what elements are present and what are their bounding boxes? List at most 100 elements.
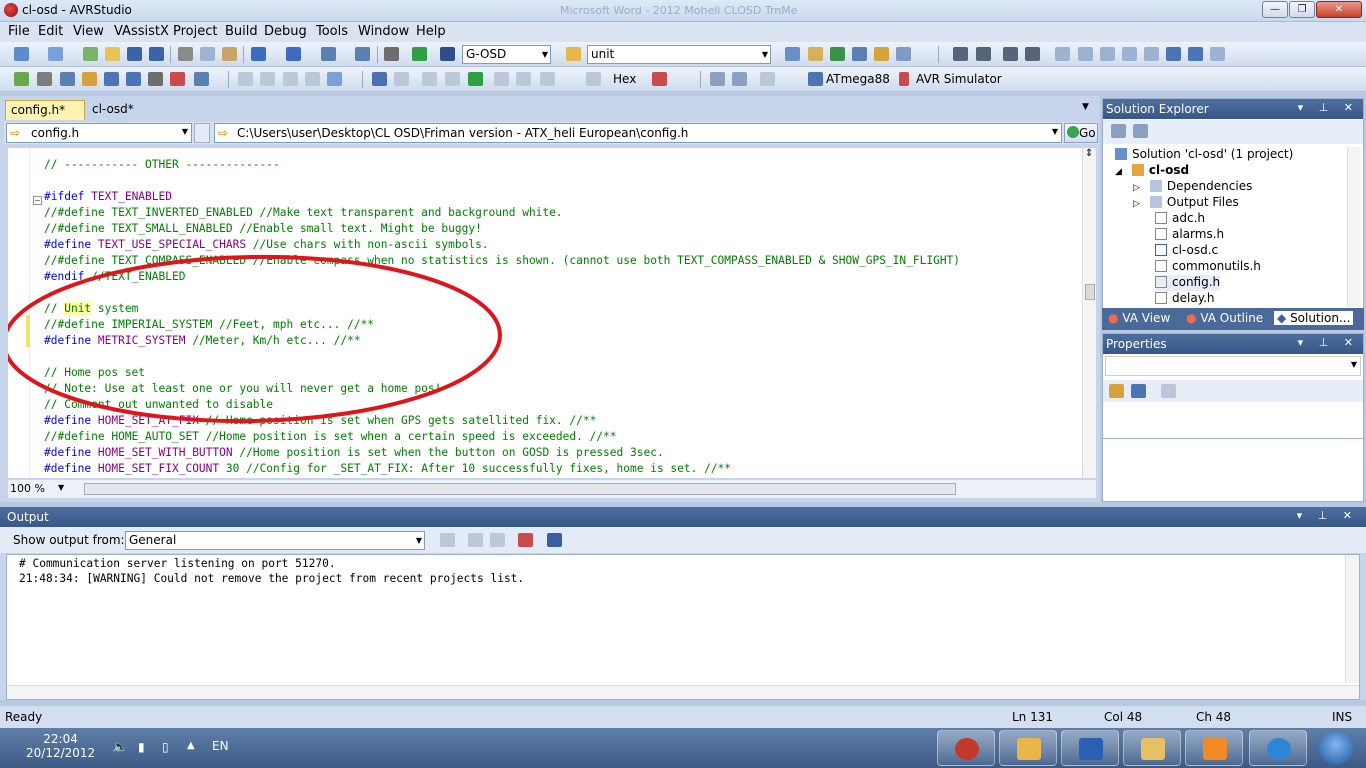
- find-in-files-icon[interactable]: [566, 47, 581, 61]
- bookmark-window-icon[interactable]: [1188, 47, 1203, 61]
- prev-bookmark-folder-icon[interactable]: [1122, 47, 1137, 61]
- menu-debug[interactable]: Debug: [264, 24, 307, 39]
- find-results-icon[interactable]: [1210, 47, 1225, 61]
- tab-va-outline[interactable]: ● VA Outline: [1186, 311, 1263, 325]
- step-icon[interactable]: [440, 47, 455, 61]
- panel-controls[interactable]: ▾ ⊥ ✕: [1298, 336, 1359, 349]
- tree-folder-dependencies[interactable]: ▷ Dependencies: [1133, 179, 1252, 195]
- menu-tools[interactable]: Tools: [316, 24, 348, 39]
- next-bookmark-folder-icon[interactable]: [1144, 47, 1159, 61]
- navigate-forward-icon[interactable]: [355, 47, 370, 61]
- find-message-icon[interactable]: [440, 533, 455, 547]
- rebuild-icon[interactable]: [82, 72, 97, 86]
- tab-list-icon[interactable]: ▼: [1082, 102, 1089, 112]
- disassembly-icon[interactable]: [305, 72, 320, 86]
- menu-edit[interactable]: Edit: [38, 24, 63, 39]
- tree-file[interactable]: commonutils.h: [1155, 259, 1261, 275]
- extensions-icon[interactable]: [194, 72, 209, 86]
- start-debugging-icon[interactable]: [412, 47, 427, 61]
- file-selector[interactable]: ⇨ config.h ▼: [6, 123, 192, 143]
- menu-view[interactable]: View: [73, 24, 104, 39]
- save-all-icon[interactable]: [149, 47, 164, 61]
- reset-icon[interactable]: [586, 72, 601, 86]
- registers-icon[interactable]: [260, 72, 275, 86]
- zoom-level[interactable]: 100 %: [10, 482, 45, 495]
- toolbox-icon[interactable]: [896, 47, 911, 61]
- comment-icon[interactable]: [1003, 47, 1018, 61]
- categorized-icon[interactable]: [1109, 384, 1124, 398]
- tree-file[interactable]: cl-osd.c: [1155, 243, 1218, 259]
- properties-icon[interactable]: [1111, 124, 1126, 138]
- device-programming-icon[interactable]: [37, 72, 52, 86]
- collapse-icon[interactable]: ▷: [1133, 199, 1140, 209]
- path-selector[interactable]: ⇨ C:\Users\user\Desktop\CL OSD\Friman ve…: [214, 123, 1062, 143]
- solution-config-icon[interactable]: [384, 47, 399, 61]
- tray-clock[interactable]: 22:04 20/12/2012: [26, 732, 95, 760]
- break-all-icon[interactable]: [372, 72, 387, 86]
- device-icon[interactable]: [710, 72, 725, 86]
- menu-build[interactable]: Build: [225, 24, 258, 39]
- cut-icon[interactable]: [178, 47, 193, 61]
- redo-icon[interactable]: [286, 47, 301, 61]
- spellcheck-icon[interactable]: [170, 72, 185, 86]
- volume-icon[interactable]: 🔈: [112, 740, 128, 755]
- prev-bookmark-icon[interactable]: [1078, 47, 1093, 61]
- alphabetical-icon[interactable]: [1131, 384, 1146, 398]
- indent-icon[interactable]: [953, 47, 968, 61]
- tree-file-selected[interactable]: config.h: [1155, 275, 1221, 291]
- device-name[interactable]: ATmega88: [826, 72, 890, 86]
- add-item-icon[interactable]: [48, 47, 63, 61]
- step-over-icon[interactable]: [494, 72, 509, 86]
- expand-icon[interactable]: ◢: [1115, 167, 1122, 177]
- step-out-icon[interactable]: [516, 72, 531, 86]
- scroll-thumb[interactable]: [1085, 284, 1095, 300]
- editor-vertical-scrollbar[interactable]: ⇕: [1082, 148, 1096, 478]
- panel-controls[interactable]: ▾ ⊥ ✕: [1298, 101, 1359, 114]
- show-hidden-icons-icon[interactable]: ▲: [187, 740, 195, 751]
- start-button[interactable]: [1318, 731, 1354, 765]
- solution-root[interactable]: Solution 'cl-osd' (1 project): [1115, 147, 1293, 163]
- output-horizontal-scrollbar[interactable]: [7, 685, 1359, 699]
- go-button[interactable]: Go: [1064, 123, 1098, 143]
- tab-solution-explorer[interactable]: ◆ Solution...: [1274, 311, 1354, 325]
- tab-va-view[interactable]: ● VA View: [1108, 311, 1170, 325]
- copy-icon[interactable]: [200, 47, 215, 61]
- next-bookmark-icon[interactable]: [1100, 47, 1115, 61]
- save-icon[interactable]: [127, 47, 142, 61]
- property-pages-icon[interactable]: [1161, 384, 1176, 398]
- tab-config-h[interactable]: config.h*: [5, 100, 85, 120]
- checklist-icon[interactable]: [14, 72, 29, 86]
- navigate-backward-icon[interactable]: [321, 47, 336, 61]
- io-view-icon[interactable]: [283, 72, 298, 86]
- close-button[interactable]: ✕: [1316, 1, 1362, 18]
- menu-help[interactable]: Help: [416, 24, 446, 39]
- run-to-cursor-icon[interactable]: [540, 72, 555, 86]
- build-project-icon[interactable]: [104, 72, 119, 86]
- find-combo[interactable]: unit ▼: [587, 45, 771, 64]
- tool-icon[interactable]: [732, 72, 747, 86]
- undo-icon[interactable]: [251, 47, 266, 61]
- find-next-icon[interactable]: [808, 47, 823, 61]
- tree-folder-output[interactable]: ▷ Output Files: [1133, 195, 1239, 211]
- find-icon[interactable]: [785, 47, 800, 61]
- output-text-area[interactable]: # Communication server listening on port…: [6, 554, 1360, 700]
- pause-icon[interactable]: [445, 72, 460, 86]
- paste-icon[interactable]: [222, 47, 237, 61]
- minimize-button[interactable]: —: [1262, 1, 1288, 18]
- output-vertical-scrollbar[interactable]: [1345, 555, 1359, 683]
- options-icon[interactable]: [148, 72, 163, 86]
- taskbar-ie[interactable]: [1249, 730, 1307, 766]
- taskbar-word[interactable]: [1061, 730, 1119, 766]
- build-icon[interactable]: [60, 72, 75, 86]
- tree-file[interactable]: delay.h: [1155, 291, 1215, 307]
- word-wrap-icon[interactable]: [547, 533, 562, 547]
- open-file-icon[interactable]: [105, 47, 120, 61]
- debugger-name[interactable]: AVR Simulator: [916, 72, 1002, 86]
- outdent-icon[interactable]: [976, 47, 991, 61]
- configuration-combo[interactable]: G-OSD ▼: [462, 45, 551, 64]
- tree-file[interactable]: alarms.h: [1155, 227, 1224, 243]
- watch-icon[interactable]: [327, 72, 342, 86]
- memory-icon[interactable]: [238, 72, 253, 86]
- continue-icon[interactable]: [468, 72, 483, 86]
- taskbar-app[interactable]: [999, 730, 1057, 766]
